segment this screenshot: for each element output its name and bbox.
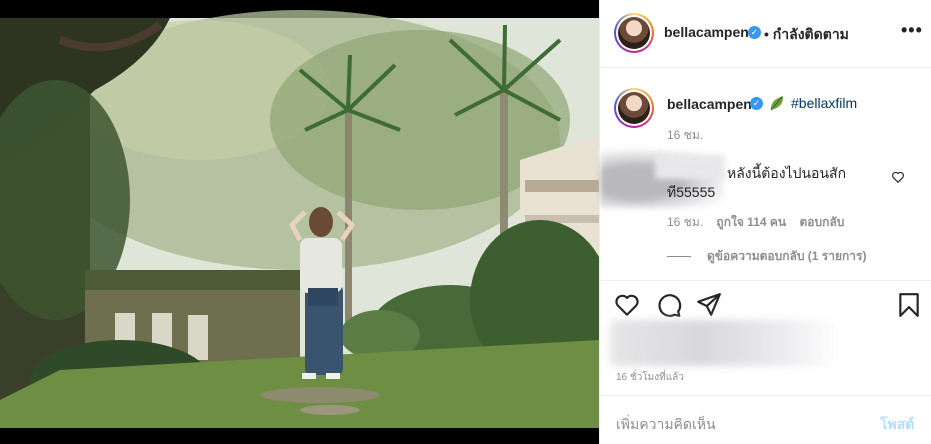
comment-likes[interactable]: ถูกใจ 114 คน: [716, 215, 786, 229]
follow-status[interactable]: • กำลังติดตาม: [764, 24, 849, 46]
replies-divider: [667, 256, 691, 258]
like-comment-heart-icon[interactable]: [891, 170, 905, 184]
add-comment-input[interactable]: เพิ่มความคิดเห็น: [616, 414, 716, 436]
view-replies-label: ดูข้อความตอบกลับ (1 รายการ): [707, 249, 867, 263]
save-bookmark-icon[interactable]: [896, 292, 922, 318]
caption-username[interactable]: bellacampen: [667, 96, 752, 112]
like-heart-icon[interactable]: [614, 292, 640, 318]
caption-hashtag[interactable]: #bellaxfilm: [791, 95, 857, 111]
post-header: bellacampen ✓ • กำลังติดตาม •••: [600, 0, 931, 68]
posted-time: 16 ชั่วโมงที่แล้ว: [616, 372, 684, 383]
blurred-commenter-name: [655, 155, 725, 179]
verified-badge-icon: ✓: [748, 26, 761, 39]
more-horizontal-icon[interactable]: •••: [901, 20, 923, 41]
comment-time: 16 ชม.: [667, 215, 704, 229]
add-comment-bar: เพิ่มความคิดเห็น โพสต์: [600, 395, 931, 444]
blurred-likes-summary: [610, 320, 840, 366]
verified-badge-icon: ✓: [750, 97, 763, 110]
comment-bubble-icon[interactable]: [656, 292, 682, 318]
comment-text-continued: ที55555: [667, 184, 716, 200]
caption-time: 16 ชม.: [667, 128, 704, 142]
post-comment-button[interactable]: โพสต์: [880, 414, 914, 436]
post-photo[interactable]: [0, 0, 599, 444]
caption-avatar[interactable]: [614, 88, 654, 128]
view-replies-button[interactable]: ดูข้อความตอบกลับ (1 รายการ): [667, 247, 866, 266]
username-link[interactable]: bellacampen: [664, 24, 749, 40]
leaf-emoji-icon: [770, 96, 784, 111]
comment-text: หลังนี้ต้องไปนอนสัก: [727, 165, 847, 181]
post-sidebar: bellacampen ✓ • กำลังติดตาม ••• bellacam…: [599, 0, 931, 444]
reply-button[interactable]: ตอบกลับ: [799, 215, 844, 229]
share-paper-plane-icon[interactable]: [696, 292, 722, 318]
actions-divider: [600, 280, 931, 282]
avatar[interactable]: [614, 13, 654, 53]
garden-photo-illustration: [0, 0, 599, 444]
comment-meta: 16 ชม. ถูกใจ 114 คน ตอบกลับ: [667, 213, 854, 232]
